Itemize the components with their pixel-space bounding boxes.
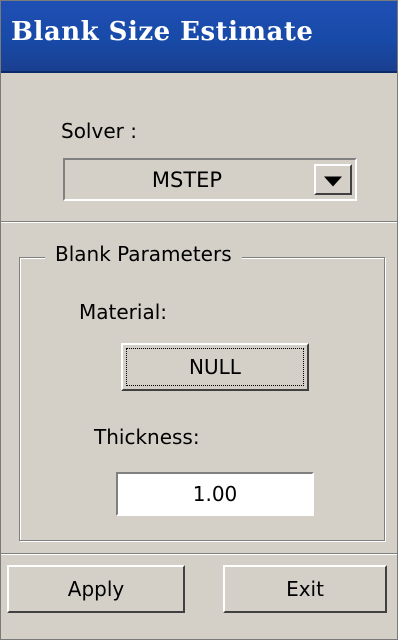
- window-title: Blank Size Estimate: [11, 17, 314, 47]
- solver-select[interactable]: MSTEP: [63, 158, 357, 201]
- exit-button[interactable]: Exit: [223, 565, 387, 613]
- triangle-down-icon: [324, 176, 342, 186]
- solver-selected-value: MSTEP: [151, 167, 223, 192]
- blank-size-estimate-dialog: Blank Size Estimate Solver : MSTEP Blank…: [0, 0, 398, 640]
- material-value: NULL: [189, 355, 241, 379]
- thickness-input[interactable]: [116, 472, 314, 516]
- divider: [1, 553, 397, 555]
- divider: [1, 221, 397, 223]
- blank-parameters-title: Blank Parameters: [45, 242, 242, 266]
- title-bar[interactable]: Blank Size Estimate: [1, 1, 397, 73]
- dropdown-button[interactable]: [314, 164, 352, 195]
- apply-button[interactable]: Apply: [7, 565, 185, 613]
- material-select-button[interactable]: NULL: [121, 343, 309, 391]
- solver-label: Solver :: [61, 119, 137, 143]
- thickness-label: Thickness:: [94, 425, 200, 449]
- material-label: Material:: [79, 300, 167, 324]
